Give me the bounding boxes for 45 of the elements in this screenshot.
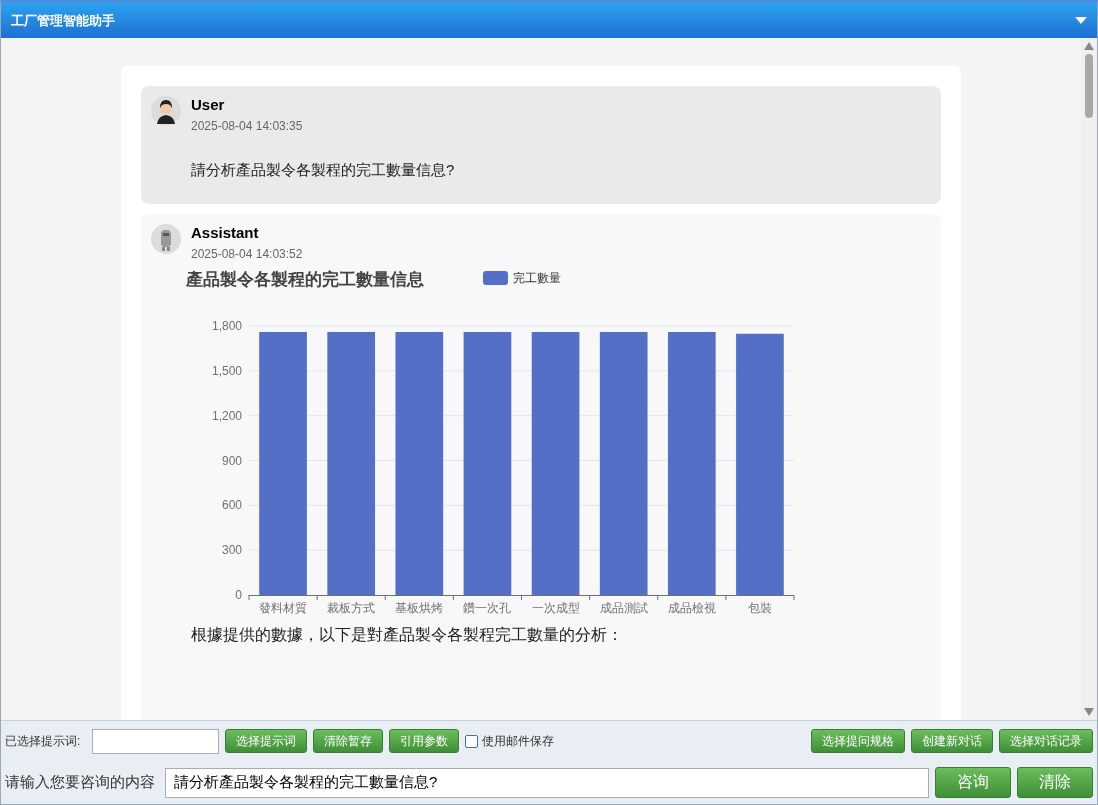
prompt-label: 已选择提示词: [5,732,81,750]
prompt-field[interactable] [92,728,220,754]
x-axis-label: 裁板方式 [327,601,376,615]
y-axis-label: 0 [235,588,242,602]
y-axis-label: 1,800 [211,319,242,333]
x-axis-label: 鑽一次孔 [463,601,512,615]
scrollbar-thumb[interactable] [1085,54,1093,118]
query-label: 请输入您要咨询的内容 [5,773,155,792]
toolbar-button[interactable]: 创建新对话 [911,729,993,753]
toolbar-button[interactable]: 选择提示词 [225,729,308,753]
message-time: 2025-08-04 14:03:52 [191,247,304,261]
y-axis-label: 1,500 [211,363,242,378]
x-axis-label: 發料材質 [259,601,308,615]
toolbar-button[interactable]: 清除暂存 [313,729,384,753]
x-axis-label: 成品測試 [599,601,648,615]
y-axis-label: 1,200 [211,408,242,423]
sender-name: Assistant [191,224,260,241]
x-axis-label: 一次成型 [531,601,580,615]
dropdown-caret-icon[interactable] [1075,16,1087,25]
window-title: 工厂管理智能助手 [11,11,115,30]
x-axis-label: 包裝 [747,601,772,615]
y-axis-label: 900 [221,453,242,468]
scroll-up-icon[interactable] [1084,42,1094,50]
message-text: 請分析產品製令各製程的完工數量信息? [191,161,456,180]
message-time: 2025-08-04 14:03:35 [191,119,304,133]
y-axis-label: 600 [221,498,242,513]
x-axis-label: 成品檢視 [667,601,716,615]
query-button[interactable]: 咨询 [935,767,1011,798]
scrollbar[interactable] [1081,38,1097,720]
y-axis-label: 300 [221,543,242,558]
email-save-checkbox[interactable]: 使用邮件保存 [465,732,555,750]
query-field[interactable]: 請分析產品製令各製程的完工數量信息? [165,767,929,798]
toolbar-button[interactable]: 选择提问规格 [811,729,905,753]
legend-swatch[interactable] [483,271,508,285]
person-avatar-icon [151,96,181,126]
toolbar-button[interactable]: 选择对话记录 [999,729,1093,753]
message-text: 根據提供的數據，以下是對產品製令各製程完工數量的分析： [191,625,624,645]
chart-title: 產品製令各製程的完工數量信息 [186,270,424,289]
sender-name: User [191,96,226,113]
query-button[interactable]: 清除 [1017,767,1093,798]
x-axis-label: 基板烘烤 [395,601,444,615]
robot-avatar-icon [151,224,181,254]
legend-label[interactable]: 完工數量 [513,271,561,285]
scroll-down-icon[interactable] [1084,708,1094,716]
toolbar-button[interactable]: 引用参数 [389,729,460,753]
